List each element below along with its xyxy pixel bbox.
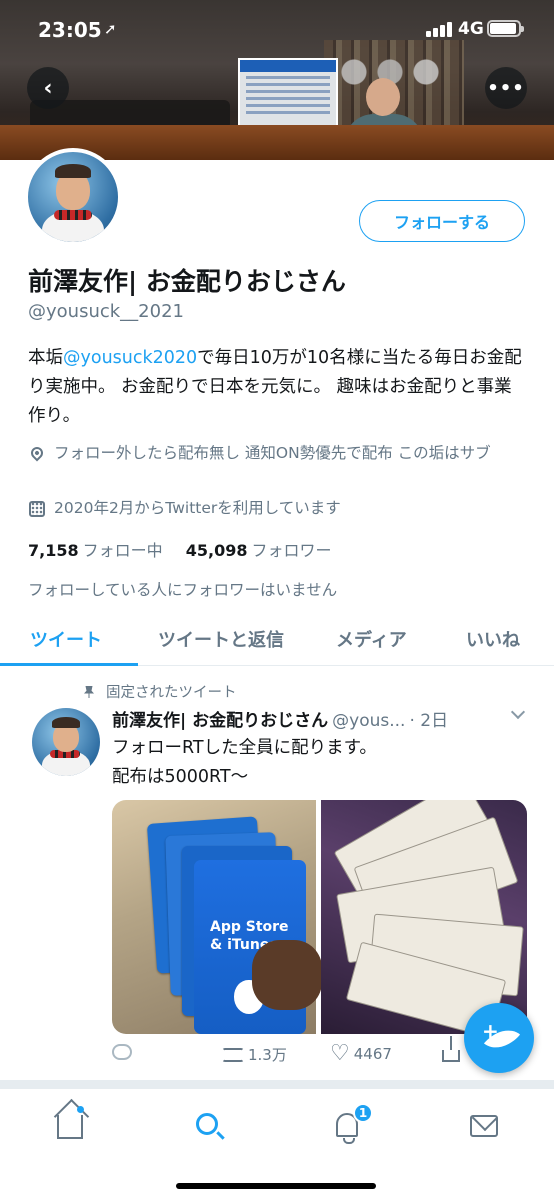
compose-tweet-button[interactable]: + — [464, 1003, 534, 1073]
section-divider — [0, 1080, 554, 1088]
chevron-left-icon: ‹ — [43, 75, 53, 101]
media-gift-cards-blue[interactable]: App Store & iTunes — [112, 800, 322, 1034]
more-icon: ••• — [487, 77, 525, 99]
tab-media[interactable]: メディア — [336, 626, 407, 652]
more-options-button[interactable]: ••• — [485, 67, 527, 109]
calendar-icon — [28, 499, 46, 517]
tab-tweets-and-replies[interactable]: ツイートと返信 — [158, 626, 284, 652]
follow-counts: 7,158 フォロー中 45,098 フォロワー — [28, 537, 349, 561]
profile-avatar[interactable] — [24, 148, 122, 246]
signal-icon — [426, 21, 452, 37]
pin-icon — [84, 686, 94, 698]
followers-link[interactable]: 45,098 フォロワー — [186, 541, 350, 560]
location-pin-icon — [28, 444, 46, 462]
follow-button[interactable]: フォローする — [359, 200, 525, 242]
back-button[interactable]: ‹ — [27, 67, 69, 109]
heart-icon: ♡ — [330, 1041, 350, 1066]
mail-icon — [470, 1115, 498, 1137]
new-content-dot — [77, 1106, 84, 1113]
active-tab-indicator — [0, 663, 138, 666]
nav-search[interactable] — [190, 1109, 230, 1145]
like-count: 4467 — [353, 1045, 392, 1063]
like-button[interactable]: ♡ 4467 — [330, 1041, 392, 1066]
reply-button[interactable] — [112, 1044, 136, 1060]
following-link[interactable]: 7,158 フォロー中 — [28, 541, 181, 560]
following-count: 7,158 — [28, 541, 79, 560]
home-indicator — [176, 1183, 376, 1189]
reply-icon — [112, 1044, 132, 1060]
tweet-author-handle[interactable]: @yous... — [332, 711, 405, 731]
tab-tweets[interactable]: ツイート — [30, 626, 102, 652]
tweet-time: · 2日 — [409, 711, 449, 731]
location-text: フォロー外したら配布無し 通知ON勢優先で配布 この垢はサブ — [54, 444, 491, 462]
tweet-author-avatar[interactable] — [32, 708, 100, 776]
search-icon — [196, 1113, 218, 1135]
notification-badge: 1 — [353, 1103, 373, 1123]
status-time: 23:05 — [38, 18, 102, 42]
media-gift-cards-white[interactable] — [321, 800, 527, 1034]
tweet-media[interactable]: App Store & iTunes — [112, 800, 527, 1034]
tab-likes[interactable]: いいね — [466, 626, 520, 652]
profile-tabs: ツイート ツイートと返信 メディア いいね — [0, 618, 554, 666]
joined-text: 2020年2月からTwitterを利用しています — [54, 499, 341, 517]
profile-bio: 本垢@yousuck2020で毎日10万が10名様に当たる毎日お金配り実施中。 … — [28, 344, 528, 431]
hand-shape — [252, 940, 322, 1010]
following-label: フォロー中 — [82, 541, 163, 560]
nav-messages[interactable] — [466, 1109, 506, 1145]
followers-label: フォロワー — [251, 541, 332, 560]
nav-notifications[interactable]: 1 — [328, 1103, 373, 1145]
battery-icon — [487, 20, 524, 37]
profile-handle: @yousuck__2021 — [28, 301, 184, 322]
profile-display-name: 前澤友作| お金配りおじさん — [28, 267, 346, 296]
retweet-count: 1.3万 — [248, 1046, 287, 1064]
location-arrow-icon: ➚ — [104, 20, 117, 38]
pinned-tweet-label: 固定されたツイート — [84, 681, 237, 702]
chevron-down-icon[interactable] — [511, 707, 525, 721]
nav-home[interactable] — [50, 1106, 90, 1145]
retweet-button[interactable]: 1.3万 — [222, 1044, 287, 1065]
followers-count: 45,098 — [185, 541, 248, 560]
network-type: 4G — [458, 19, 484, 39]
share-button[interactable] — [442, 1036, 464, 1062]
home-icon — [57, 1115, 83, 1139]
tweet-header: 前澤友作| お金配りおじさん @yous... · 2日 — [112, 706, 532, 731]
bio-prefix: 本垢 — [28, 348, 63, 368]
share-icon — [442, 1036, 460, 1062]
pinned-text: 固定されたツイート — [106, 685, 237, 701]
followers-you-know-note: フォローしている人にフォロワーはいません — [28, 581, 338, 599]
bio-mention-link[interactable]: @yousuck2020 — [63, 348, 197, 368]
tweet-author-name[interactable]: 前澤友作| お金配りおじさん — [112, 711, 328, 731]
retweet-icon — [222, 1047, 244, 1062]
status-bar: 23:05 ➚ 4G — [0, 0, 554, 60]
tweet-text: フォローRTした全員に配ります。 配布は5000RT〜 — [112, 738, 377, 787]
